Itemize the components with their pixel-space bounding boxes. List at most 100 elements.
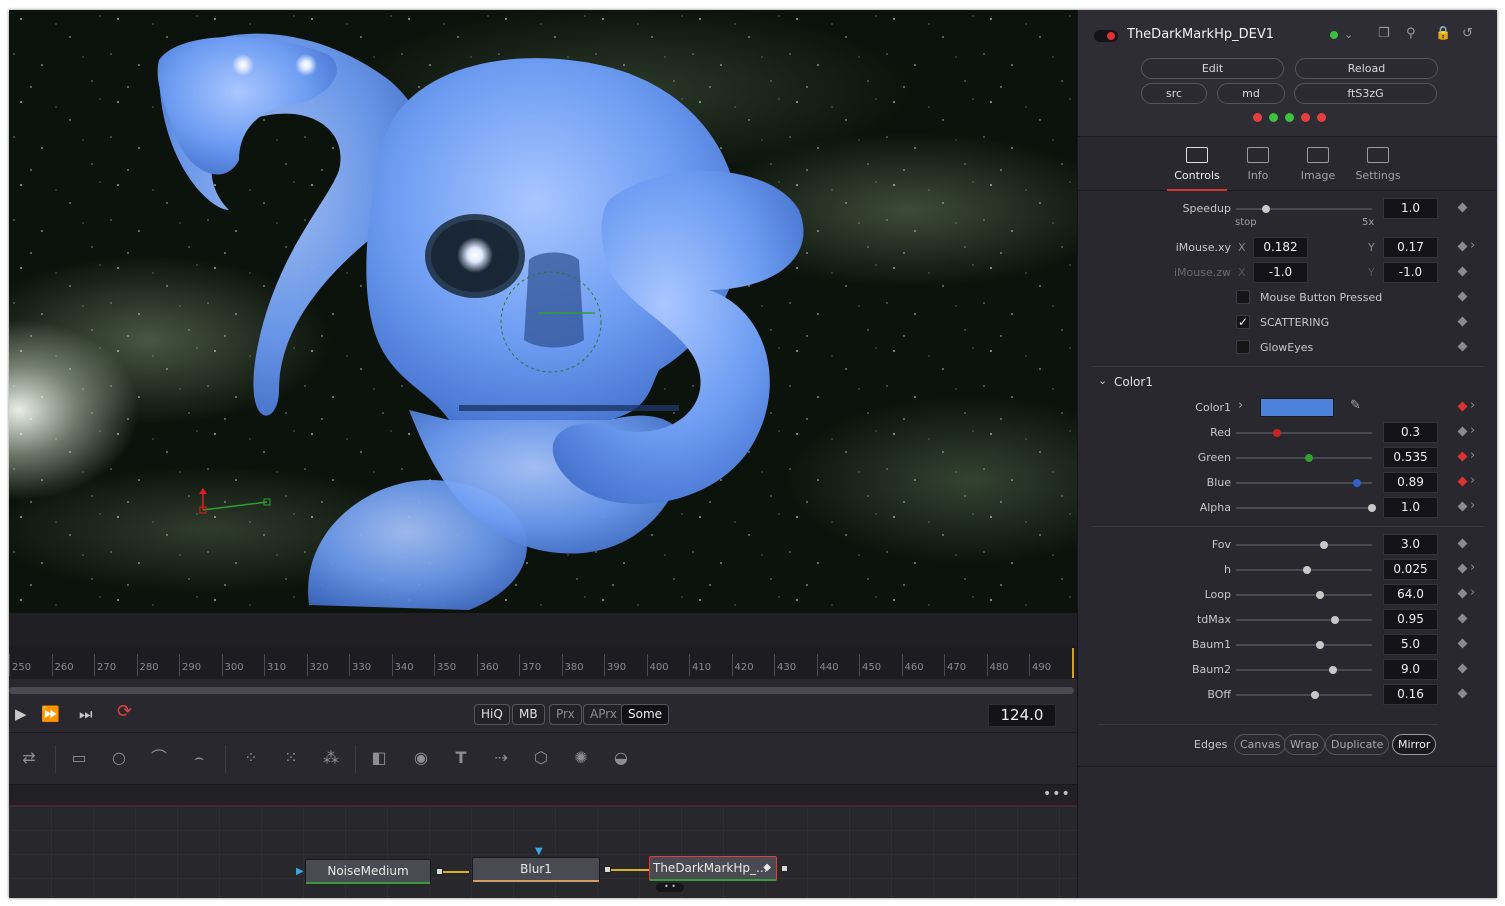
color1-swatch[interactable]	[1260, 398, 1334, 417]
tdmax-slider[interactable]	[1236, 616, 1372, 624]
timeline-scrubber[interactable]	[9, 687, 1074, 694]
merge-3d-icon[interactable]: ⇢	[489, 747, 513, 769]
renderer-3d-icon[interactable]: ◒	[609, 747, 633, 769]
fast-forward-button[interactable]: ⏩	[41, 706, 60, 722]
play-button[interactable]: ▶	[15, 706, 27, 722]
keyframe-icon[interactable]	[1457, 538, 1468, 549]
md-button[interactable]: md	[1217, 83, 1285, 104]
keyframe-icon[interactable]	[1457, 476, 1468, 487]
rectangle-mask-icon[interactable]: ▭	[67, 747, 91, 769]
red-slider[interactable]	[1236, 429, 1372, 437]
keyframe-icon[interactable]	[1457, 588, 1468, 599]
pin-icon[interactable]: ⚲	[1406, 26, 1416, 41]
boff-value[interactable]: 0.16	[1383, 684, 1438, 705]
chevron-down-icon[interactable]: ⌄	[1344, 28, 1353, 41]
slider-knob[interactable]	[1316, 591, 1325, 599]
text-3d-icon[interactable]: T	[449, 747, 473, 769]
chevron-right-icon[interactable]: ›	[1470, 398, 1475, 413]
output-port[interactable]	[604, 866, 611, 873]
reset-icon[interactable]: ↺	[1462, 26, 1473, 41]
baum2-value[interactable]: 9.0	[1383, 659, 1438, 680]
edges-canvas-button[interactable]: Canvas	[1234, 734, 1287, 755]
transform-tool-icon[interactable]: ⇄	[17, 747, 41, 769]
imouse-y-value[interactable]: 0.17	[1383, 237, 1438, 258]
shape-3d-icon[interactable]: ◉	[409, 747, 433, 769]
color1-section-header[interactable]: ⌄ Color1	[1078, 371, 1497, 393]
tab-image[interactable]: Image	[1288, 137, 1348, 191]
keyframe-icon[interactable]	[1457, 202, 1468, 213]
tool-enable-toggle[interactable]	[1094, 30, 1118, 42]
keyframe-icon[interactable]	[1457, 341, 1468, 352]
keyframe-icon[interactable]	[1457, 501, 1468, 512]
node-blur1[interactable]: Blur1	[472, 857, 600, 882]
imouse-z-value[interactable]: -1.0	[1253, 262, 1308, 283]
particle-render-icon[interactable]: ⁙	[279, 747, 303, 769]
keyframe-icon[interactable]	[1457, 451, 1468, 462]
chevron-right-icon[interactable]: ›	[1470, 448, 1475, 463]
tab-controls[interactable]: Controls	[1167, 137, 1227, 191]
mask-input-icon[interactable]: ▼	[535, 846, 543, 857]
scattering-checkbox[interactable]: ✓	[1236, 315, 1250, 329]
slider-knob[interactable]	[1272, 429, 1281, 437]
keyframe-icon[interactable]	[1457, 638, 1468, 649]
slider-knob[interactable]	[1353, 479, 1362, 487]
keyframe-icon[interactable]	[1457, 241, 1468, 252]
chevron-right-icon[interactable]: ›	[1470, 560, 1475, 575]
time-ruler[interactable]: 250 260 270 280 290 300 310 320 330 340 350 360 370 3…	[9, 646, 1077, 679]
loop-slider[interactable]	[1236, 591, 1372, 599]
src-button[interactable]: src	[1141, 83, 1207, 104]
slider-knob[interactable]	[1368, 504, 1376, 512]
lock-icon[interactable]: 🔒	[1435, 26, 1451, 41]
chevron-right-icon[interactable]: ›	[1470, 423, 1475, 438]
chevron-right-icon[interactable]: ›	[1470, 498, 1475, 513]
green-slider[interactable]	[1236, 454, 1372, 462]
particle-force-icon[interactable]: ⁂	[319, 747, 343, 769]
alpha-value[interactable]: 1.0	[1383, 497, 1438, 518]
h-value[interactable]: 0.025	[1383, 559, 1438, 580]
node-editor[interactable]: ▶ NoiseMedium ▼ Blur1 TheDarkMarkHp_... …	[9, 806, 1077, 898]
keyframe-icon[interactable]	[1457, 688, 1468, 699]
code-button[interactable]: ftS3zG	[1294, 83, 1437, 104]
light-3d-icon[interactable]: ✺	[569, 747, 593, 769]
node-thedarkmark[interactable]: TheDarkMarkHp_... ◆	[649, 856, 777, 881]
current-frame-field[interactable]: 124.0	[988, 704, 1056, 727]
keyframe-icon[interactable]	[1457, 663, 1468, 674]
camera-3d-icon[interactable]: ⬡	[529, 747, 553, 769]
output-port[interactable]	[781, 865, 788, 872]
keyframe-icon[interactable]	[1457, 401, 1468, 412]
edges-duplicate-button[interactable]: Duplicate	[1325, 734, 1390, 755]
slider-knob[interactable]	[1261, 205, 1270, 213]
loop-value[interactable]: 64.0	[1383, 584, 1438, 605]
image-plane-3d-icon[interactable]: ◧	[367, 747, 391, 769]
boff-slider[interactable]	[1236, 691, 1372, 699]
aprx-button[interactable]: APrx	[583, 704, 624, 725]
tab-settings[interactable]: Settings	[1348, 137, 1408, 191]
keyframe-icon[interactable]	[1457, 291, 1468, 302]
edges-wrap-button[interactable]: Wrap	[1284, 734, 1325, 755]
keyframe-icon[interactable]	[1457, 316, 1468, 327]
go-to-end-button[interactable]: ⏭	[79, 706, 93, 722]
slider-knob[interactable]	[1328, 666, 1337, 674]
chevron-right-icon[interactable]: ›	[1470, 585, 1475, 600]
slider-knob[interactable]	[1320, 541, 1329, 549]
chevron-right-icon[interactable]: ›	[1470, 473, 1475, 488]
keyframe-icon[interactable]	[1457, 613, 1468, 624]
slider-knob[interactable]	[1316, 641, 1325, 649]
hiq-button[interactable]: HiQ	[474, 704, 510, 725]
version-icon[interactable]: ❐	[1378, 26, 1390, 41]
edit-button[interactable]: Edit	[1141, 58, 1284, 79]
tdmax-value[interactable]: 0.95	[1383, 609, 1438, 630]
slider-knob[interactable]	[1304, 454, 1313, 462]
edges-mirror-button[interactable]: Mirror	[1392, 734, 1437, 755]
imouse-x-value[interactable]: 0.182	[1253, 237, 1308, 258]
green-value[interactable]: 0.535	[1383, 447, 1438, 468]
ellipse-mask-icon[interactable]: ○	[107, 747, 131, 769]
blue-slider[interactable]	[1236, 479, 1372, 487]
slider-knob[interactable]	[1331, 616, 1340, 624]
playhead[interactable]	[1072, 648, 1074, 678]
prx-button[interactable]: Prx	[549, 704, 582, 725]
more-options-button[interactable]: •••	[1043, 787, 1070, 805]
chevron-right-icon[interactable]: ›	[1238, 398, 1243, 413]
fov-slider[interactable]	[1236, 541, 1372, 549]
bspline-mask-icon[interactable]: ⌢	[187, 747, 211, 769]
